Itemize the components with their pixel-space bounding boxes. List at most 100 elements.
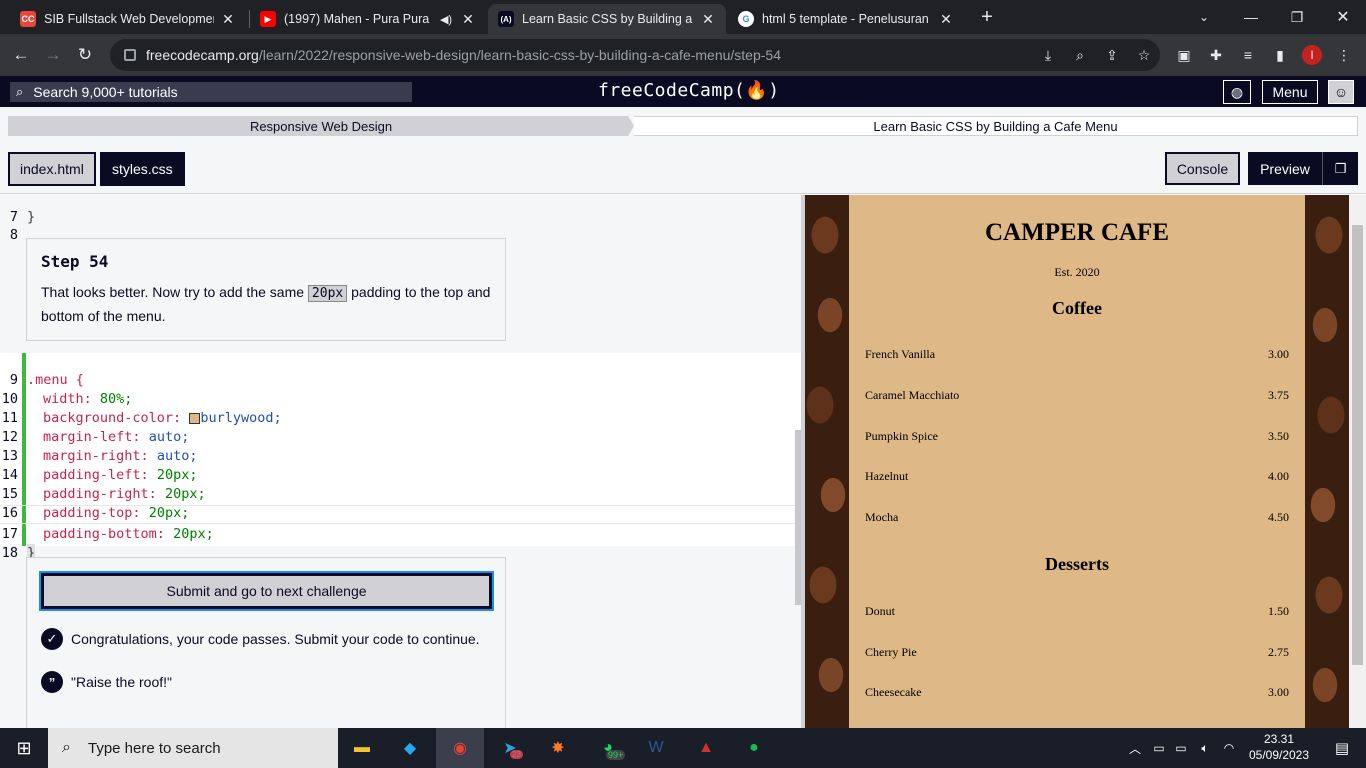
console-button[interactable]: Console <box>1165 152 1240 185</box>
close-tab-icon[interactable]: ✕ <box>938 11 954 28</box>
browser-tab-3[interactable]: (A) Learn Basic CSS by Building a Caf ✕ <box>488 4 726 34</box>
install-app-icon[interactable]: ⤓ <box>1038 45 1058 65</box>
chrome-icon[interactable]: ◉ <box>436 728 484 768</box>
back-icon[interactable]: ← <box>8 42 34 68</box>
browser-tab-strip: CC SIB Fullstack Web Development | ✕ ▶ (… <box>0 0 1366 34</box>
user-avatar[interactable]: ☺ <box>1328 80 1354 104</box>
section-heading: Coffee <box>1052 298 1102 318</box>
tab-title: SIB Fullstack Web Development | <box>44 12 214 26</box>
tab-search-icon[interactable]: ⌄ <box>1181 0 1227 34</box>
address-bar[interactable]: freecodecamp.org/learn/2022/responsive-w… <box>110 39 1160 71</box>
tray-network-icon[interactable]: ▭ <box>1148 728 1170 768</box>
word-icon[interactable]: W <box>632 728 680 768</box>
code-line-active: 17 padding-bottom: 20px; <box>0 505 801 542</box>
preview-frame: CAMPER CAFE Est. 2020 Coffee French Vani… <box>805 195 1349 728</box>
app-red-icon[interactable]: ▲ <box>682 728 730 768</box>
close-tab-icon[interactable]: ✕ <box>220 11 236 28</box>
search-placeholder: Search 9,000+ tutorials <box>33 84 178 100</box>
tab-styles-css[interactable]: styles.css <box>100 152 185 186</box>
tab-title: html 5 template - Penelusuran G <box>762 12 932 26</box>
restore-icon[interactable]: ❐ <box>1274 0 1320 34</box>
search-input[interactable]: ⌕ Search 9,000+ tutorials <box>10 82 412 102</box>
notification-icon[interactable]: ▤ <box>1318 728 1366 768</box>
language-globe-icon[interactable]: ◍ <box>1223 80 1251 104</box>
search-icon: ⌕ <box>16 84 24 99</box>
file-explorer-icon[interactable]: ▬ <box>338 728 386 768</box>
inline-code: 20px <box>307 285 348 302</box>
menu-item: Caramel Macchiato 3.75 <box>865 388 1289 402</box>
submit-button[interactable]: Submit and go to next challenge <box>39 571 494 611</box>
telegram-icon[interactable]: ➤ 23 <box>486 728 534 768</box>
menu-item: Cherry Pie 2.75 <box>865 645 1289 659</box>
google-icon: G <box>738 11 754 27</box>
preview-button[interactable]: Preview <box>1248 152 1322 185</box>
preview-scrollbar[interactable] <box>1349 195 1366 728</box>
cafe-menu: CAMPER CAFE Est. 2020 Coffee French Vani… <box>849 195 1305 728</box>
volume-icon[interactable]: 🔈︎ <box>1194 728 1216 768</box>
search-icon: ⌕ <box>62 739 71 756</box>
more-menu-icon[interactable]: ⋮ <box>1334 45 1354 65</box>
xampp-icon[interactable]: ✸ <box>534 728 582 768</box>
editor-toolbar: index.html styles.css Console Preview ❐ <box>0 146 1366 194</box>
spotify-icon[interactable]: ● <box>730 728 778 768</box>
tab-favicon-icon: CC <box>20 11 36 27</box>
browser-tab-2[interactable]: ▶ (1997) Mahen - Pura Pura Lu ◀) ✕ <box>250 4 486 34</box>
extension-chat-icon[interactable]: ▣ <box>1174 45 1194 65</box>
checkmark-icon: ✓ <box>41 628 63 650</box>
menu-item: Hazelnut 4.00 <box>865 469 1289 483</box>
youtube-icon: ▶ <box>260 11 276 27</box>
close-window-icon[interactable]: ✕ <box>1320 0 1366 34</box>
breadcrumb-superblock[interactable]: Responsive Web Design <box>8 116 634 136</box>
step-description: Step 54 That looks better. Now try to ad… <box>26 238 506 341</box>
forward-icon[interactable]: → <box>40 42 66 68</box>
minimize-icon[interactable]: — <box>1228 0 1274 34</box>
windows-taskbar: ⊞ ⌕ Type here to search ▬ ◆ ◉ ➤ 23 ✸ ◕ 99+… <box>0 728 1366 768</box>
fcc-navbar: ⌕ Search 9,000+ tutorials freeCodeCamp(🔥… <box>0 76 1366 107</box>
code-line: 16 padding-top: 20px; <box>1 505 190 521</box>
taskbar-clock[interactable]: 23.31 05/09/2023 <box>1244 731 1314 763</box>
side-panel-icon[interactable]: ▮ <box>1270 45 1290 65</box>
breadcrumb-block[interactable]: Learn Basic CSS by Building a Cafe Menu <box>634 116 1358 136</box>
profile-avatar[interactable]: I <box>1302 45 1322 65</box>
section-heading: Desserts <box>1045 554 1109 574</box>
code-line: 11 background-color: burlywood; <box>1 410 282 426</box>
browser-tab-4[interactable]: G html 5 template - Penelusuran G ✕ <box>728 4 964 34</box>
speaker-icon: ◀) <box>439 13 453 26</box>
share-icon[interactable]: ⇪ <box>1102 45 1122 65</box>
bookmark-star-icon[interactable]: ☆ <box>1134 45 1154 65</box>
menu-item: Cheesecake 3.00 <box>865 685 1289 699</box>
fcc-logo[interactable]: freeCodeCamp(🔥) <box>598 80 780 101</box>
quote-message: ” "Raise the roof!" <box>41 671 172 693</box>
menu-button[interactable]: Menu <box>1262 80 1318 104</box>
vscode-icon[interactable]: ◆ <box>386 728 434 768</box>
wifi-icon[interactable]: ◠ <box>1218 728 1240 768</box>
close-tab-icon[interactable]: ✕ <box>460 11 476 28</box>
tab-title: (1997) Mahen - Pura Pura Lu <box>284 12 432 26</box>
browser-tab-1[interactable]: CC SIB Fullstack Web Development | ✕ <box>10 4 246 34</box>
media-control-icon[interactable]: ≡ <box>1238 45 1258 65</box>
taskbar-search[interactable]: ⌕ Type here to search <box>48 728 338 768</box>
zoom-icon[interactable]: ⌕ <box>1070 45 1090 65</box>
menu-item: Pumpkin Spice 3.50 <box>865 429 1289 443</box>
tray-chevron-icon[interactable]: ︿ <box>1122 728 1148 768</box>
code-line: 9 .menu { <box>9 372 84 388</box>
code-line: 10 width: 80%; <box>1 391 133 407</box>
lock-icon <box>124 49 136 61</box>
quote-icon: ” <box>41 671 63 693</box>
tray-battery-icon[interactable]: ▭ <box>1170 728 1192 768</box>
code-editor[interactable]: 7} 8 Step 54 That looks better. Now try … <box>0 195 801 728</box>
new-tab-icon[interactable]: + <box>964 0 1010 34</box>
extensions-puzzle-icon[interactable]: ✚ <box>1206 45 1226 65</box>
windows-start-icon[interactable]: ⊞ <box>0 728 48 768</box>
whatsapp-icon[interactable]: ◕ 99+ <box>584 728 632 768</box>
menu-item: French Vanilla 3.00 <box>865 347 1289 361</box>
menu-item: Donut 1.50 <box>865 604 1289 618</box>
close-tab-icon[interactable]: ✕ <box>700 11 716 28</box>
reload-icon[interactable]: ↻ <box>72 42 98 68</box>
code-line: 14 padding-left: 20px; <box>1 467 198 483</box>
code-line: 13 margin-right: auto; <box>1 448 198 464</box>
tab-index-html[interactable]: index.html <box>8 152 96 186</box>
cafe-title: CAMPER CAFE <box>984 219 1169 246</box>
popout-preview-icon[interactable]: ❐ <box>1322 152 1358 185</box>
browser-toolbar: ← → ↻ freecodecamp.org/learn/2022/respon… <box>0 34 1366 76</box>
